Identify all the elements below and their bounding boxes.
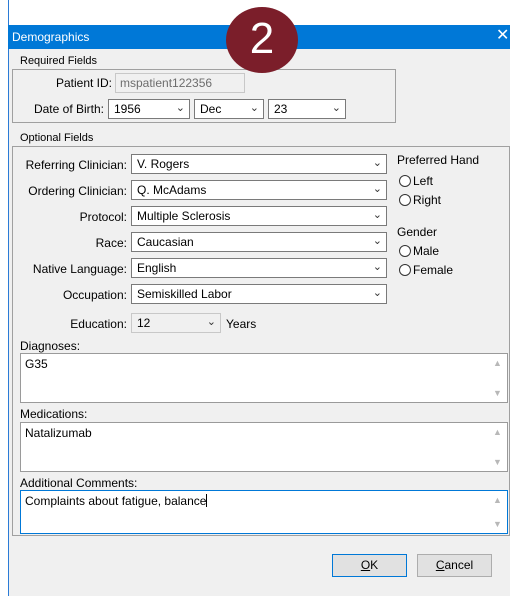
additional-comments-label: Additional Comments: [20, 476, 138, 490]
chevron-down-icon: ⌄ [372, 235, 382, 247]
dob-day-value: 23 [274, 102, 288, 116]
additional-comments-value: Complaints about fatigue, balance [25, 494, 207, 508]
patient-id-field: mspatient122356 [115, 73, 245, 93]
patient-id-value: mspatient122356 [120, 76, 213, 90]
scroll-down-icon[interactable]: ▼ [493, 457, 502, 467]
chevron-down-icon: ⌄ [206, 316, 216, 328]
cancel-label-rest: ancel [444, 558, 474, 572]
education-label: Education: [70, 317, 127, 331]
diagnoses-label: Diagnoses: [20, 339, 81, 353]
dob-month-select[interactable]: Dec ⌄ [194, 99, 264, 119]
demographics-dialog: Required Fields Patient ID: mspatient122… [9, 49, 510, 596]
gender-title: Gender [397, 225, 438, 239]
scroll-up-icon[interactable]: ▲ [493, 427, 502, 437]
ok-label-rest: K [370, 558, 379, 572]
hand-right-label: Right [413, 193, 442, 207]
ordering-clinician-select[interactable]: Q. McAdams ⌄ [131, 180, 387, 200]
hand-right-radio[interactable]: Right [399, 193, 441, 207]
scroll-down-icon[interactable]: ▼ [493, 519, 502, 529]
gender-female-radio[interactable]: Female [399, 263, 453, 277]
ordering-clinician-label: Ordering Clinician: [28, 184, 127, 198]
optional-fields-label: Optional Fields [20, 132, 94, 144]
radio-circle-icon [399, 245, 411, 257]
protocol-select[interactable]: Multiple Sclerosis ⌄ [131, 206, 387, 226]
chevron-down-icon: ⌄ [175, 102, 185, 114]
chevron-down-icon: ⌄ [372, 209, 382, 221]
text-caret [206, 494, 208, 507]
chevron-down-icon: ⌄ [331, 102, 341, 114]
education-value: 12 [137, 316, 151, 330]
gender-male-label: Male [413, 244, 440, 258]
optional-fields-frame: Referring Clinician: V. Rogers ⌄ Orderin… [12, 146, 510, 536]
hand-left-label: Left [413, 174, 434, 188]
chevron-down-icon: ⌄ [372, 183, 382, 195]
race-label: Race: [95, 236, 127, 250]
patient-id-label: Patient ID: [55, 76, 112, 90]
additional-comments-text: Complaints about fatigue, balance [25, 494, 208, 508]
occupation-value: Semiskilled Labor [137, 287, 232, 301]
hand-left-radio[interactable]: Left [399, 174, 433, 188]
window-title: Demographics [12, 30, 90, 44]
protocol-label: Protocol: [79, 210, 127, 224]
ok-button[interactable]: OK [332, 554, 407, 577]
gender-female-label: Female [413, 263, 454, 277]
step-number-badge: 2 [226, 7, 298, 73]
diagnoses-value: G35 [25, 357, 48, 371]
education-unit-label: Years [226, 317, 257, 331]
occupation-label: Occupation: [62, 288, 127, 302]
dob-year-value: 1956 [114, 102, 141, 116]
ordering-clinician-value: Q. McAdams [137, 183, 207, 197]
additional-comments-textarea[interactable]: Complaints about fatigue, balance ▲ ▼ [20, 490, 508, 534]
occupation-select[interactable]: Semiskilled Labor ⌄ [131, 284, 387, 304]
chevron-down-icon: ⌄ [249, 102, 259, 114]
radio-circle-icon [399, 194, 411, 206]
race-value: Caucasian [137, 235, 194, 249]
scroll-up-icon[interactable]: ▲ [493, 495, 502, 505]
race-select[interactable]: Caucasian ⌄ [131, 232, 387, 252]
ok-mnemonic: O [360, 558, 371, 572]
comments-scrollbar[interactable]: ▲ ▼ [490, 491, 507, 533]
radio-circle-icon [399, 264, 411, 276]
scroll-up-icon[interactable]: ▲ [493, 358, 502, 368]
close-icon[interactable]: ✕ [496, 27, 510, 45]
dob-month-value: Dec [200, 102, 222, 116]
native-language-label: Native Language: [32, 262, 127, 276]
education-select[interactable]: 12 ⌄ [131, 313, 221, 333]
required-fields-label: Required Fields [20, 55, 98, 67]
referring-clinician-label: Referring Clinician: [25, 158, 127, 172]
medications-value: Natalizumab [25, 426, 92, 440]
chevron-down-icon: ⌄ [372, 287, 382, 299]
diagnoses-textarea[interactable]: G35 ▲ ▼ [20, 353, 508, 403]
medications-label: Medications: [20, 407, 88, 421]
chevron-down-icon: ⌄ [372, 261, 382, 273]
diagnoses-scrollbar[interactable]: ▲ ▼ [490, 354, 507, 402]
medications-scrollbar[interactable]: ▲ ▼ [490, 423, 507, 471]
native-language-value: English [137, 261, 177, 275]
medications-textarea[interactable]: Natalizumab ▲ ▼ [20, 422, 508, 472]
dob-year-select[interactable]: 1956 ⌄ [108, 99, 190, 119]
required-fields-frame: Patient ID: mspatient122356 Date of Birt… [12, 69, 396, 123]
scroll-down-icon[interactable]: ▼ [493, 388, 502, 398]
chevron-down-icon: ⌄ [372, 157, 382, 169]
dob-day-select[interactable]: 23 ⌄ [268, 99, 346, 119]
preferred-hand-title: Preferred Hand [397, 153, 480, 167]
protocol-value: Multiple Sclerosis [137, 209, 231, 223]
native-language-select[interactable]: English ⌄ [131, 258, 387, 278]
cancel-button[interactable]: Cancel [417, 554, 492, 577]
gender-male-radio[interactable]: Male [399, 244, 439, 258]
date-of-birth-label: Date of Birth: [33, 102, 104, 116]
referring-clinician-value: V. Rogers [137, 157, 190, 171]
referring-clinician-select[interactable]: V. Rogers ⌄ [131, 154, 387, 174]
radio-circle-icon [399, 175, 411, 187]
